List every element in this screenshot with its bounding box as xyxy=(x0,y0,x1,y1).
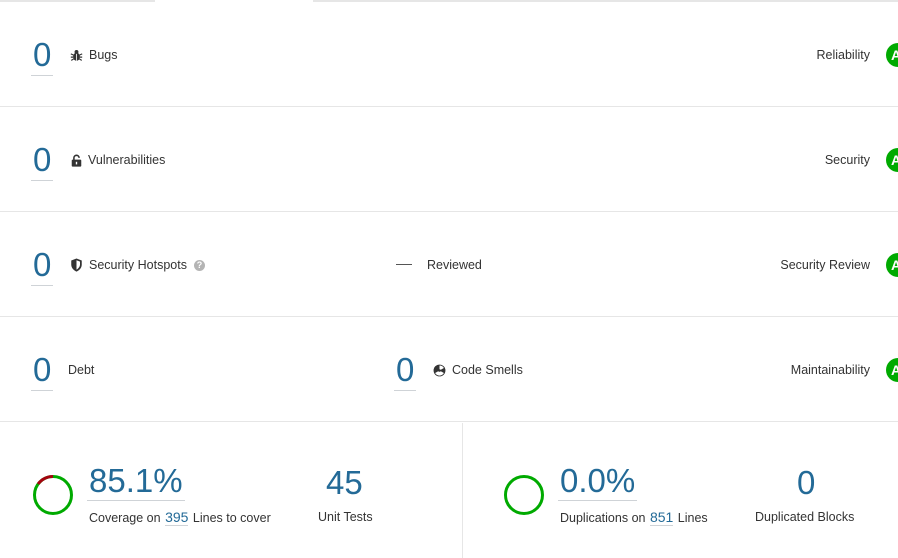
vulnerabilities-label-group: Vulnerabilities xyxy=(71,152,165,168)
bugs-count[interactable]: 0 xyxy=(31,37,54,76)
reliability-rating-badge[interactable]: A xyxy=(886,43,898,67)
maintainability-row: 0 Debt 0 Code Smells Maintainability A xyxy=(0,317,898,422)
maintainability-rating-badge[interactable]: A xyxy=(886,358,898,382)
code-smells-label-group: Code Smells xyxy=(433,362,523,378)
coverage-label-suffix: Lines to cover xyxy=(192,511,271,525)
maintainability-label: Maintainability xyxy=(790,363,870,377)
coverage-subline: Coverage on 395 Lines to cover xyxy=(89,509,271,526)
help-icon[interactable]: ? xyxy=(193,259,205,271)
coverage-donut-icon[interactable] xyxy=(32,474,74,516)
bugs-row: 0 Bugs Reliability A xyxy=(0,2,898,107)
reviewed-value-dash xyxy=(396,264,412,265)
lines-to-cover-link[interactable]: 395 xyxy=(165,509,189,526)
duplicated-blocks-value[interactable]: 0 xyxy=(797,465,815,501)
duplications-label-prefix: Duplications on xyxy=(560,511,646,525)
security-rating-badge[interactable]: A xyxy=(886,148,898,172)
lock-icon xyxy=(71,154,82,167)
unit-tests-value[interactable]: 45 xyxy=(326,465,363,501)
unit-tests-label: Unit Tests xyxy=(318,510,373,524)
reviewed-label: Reviewed xyxy=(427,258,482,272)
vulnerabilities-count[interactable]: 0 xyxy=(31,142,54,181)
bug-icon xyxy=(70,49,83,61)
bugs-label-group: Bugs xyxy=(70,47,118,63)
duplications-donut-icon[interactable] xyxy=(503,474,545,516)
duplications-label-suffix: Lines xyxy=(677,511,708,525)
hotspots-row: 0 Security Hotspots ? Reviewed Security … xyxy=(0,212,898,317)
bugs-label: Bugs xyxy=(89,48,118,62)
debt-value[interactable]: 0 xyxy=(31,352,54,391)
security-review-rating-badge[interactable]: A xyxy=(886,253,898,277)
duplicated-lines-link[interactable]: 851 xyxy=(649,509,674,526)
duplications-percent[interactable]: 0.0% xyxy=(558,463,638,501)
reliability-label: Reliability xyxy=(816,48,871,62)
shield-icon xyxy=(71,258,82,272)
code-smells-label: Code Smells xyxy=(452,363,523,377)
security-review-label: Security Review xyxy=(780,258,870,272)
duplicated-blocks-label: Duplicated Blocks xyxy=(755,510,855,524)
code-smells-count[interactable]: 0 xyxy=(394,352,417,391)
coverage-label-prefix: Coverage on xyxy=(89,511,161,525)
code-smell-icon xyxy=(433,364,446,376)
coverage-percent[interactable]: 85.1% xyxy=(87,463,185,501)
duplications-subline: Duplications on 851 Lines xyxy=(560,509,708,526)
vulnerabilities-label: Vulnerabilities xyxy=(88,153,166,167)
hotspots-label: Security Hotspots xyxy=(89,258,187,272)
debt-label: Debt xyxy=(68,363,95,377)
hotspots-label-group: Security Hotspots ? xyxy=(70,257,205,273)
hotspots-count[interactable]: 0 xyxy=(31,247,54,286)
coverage-panel: 85.1% Coverage on 395 Lines to cover 45 … xyxy=(0,423,463,558)
vulnerabilities-row: 0 Vulnerabilities Security A xyxy=(0,107,898,212)
duplications-panel: 0.0% Duplications on 851 Lines 0 Duplica… xyxy=(464,423,898,558)
security-label: Security xyxy=(824,153,870,167)
